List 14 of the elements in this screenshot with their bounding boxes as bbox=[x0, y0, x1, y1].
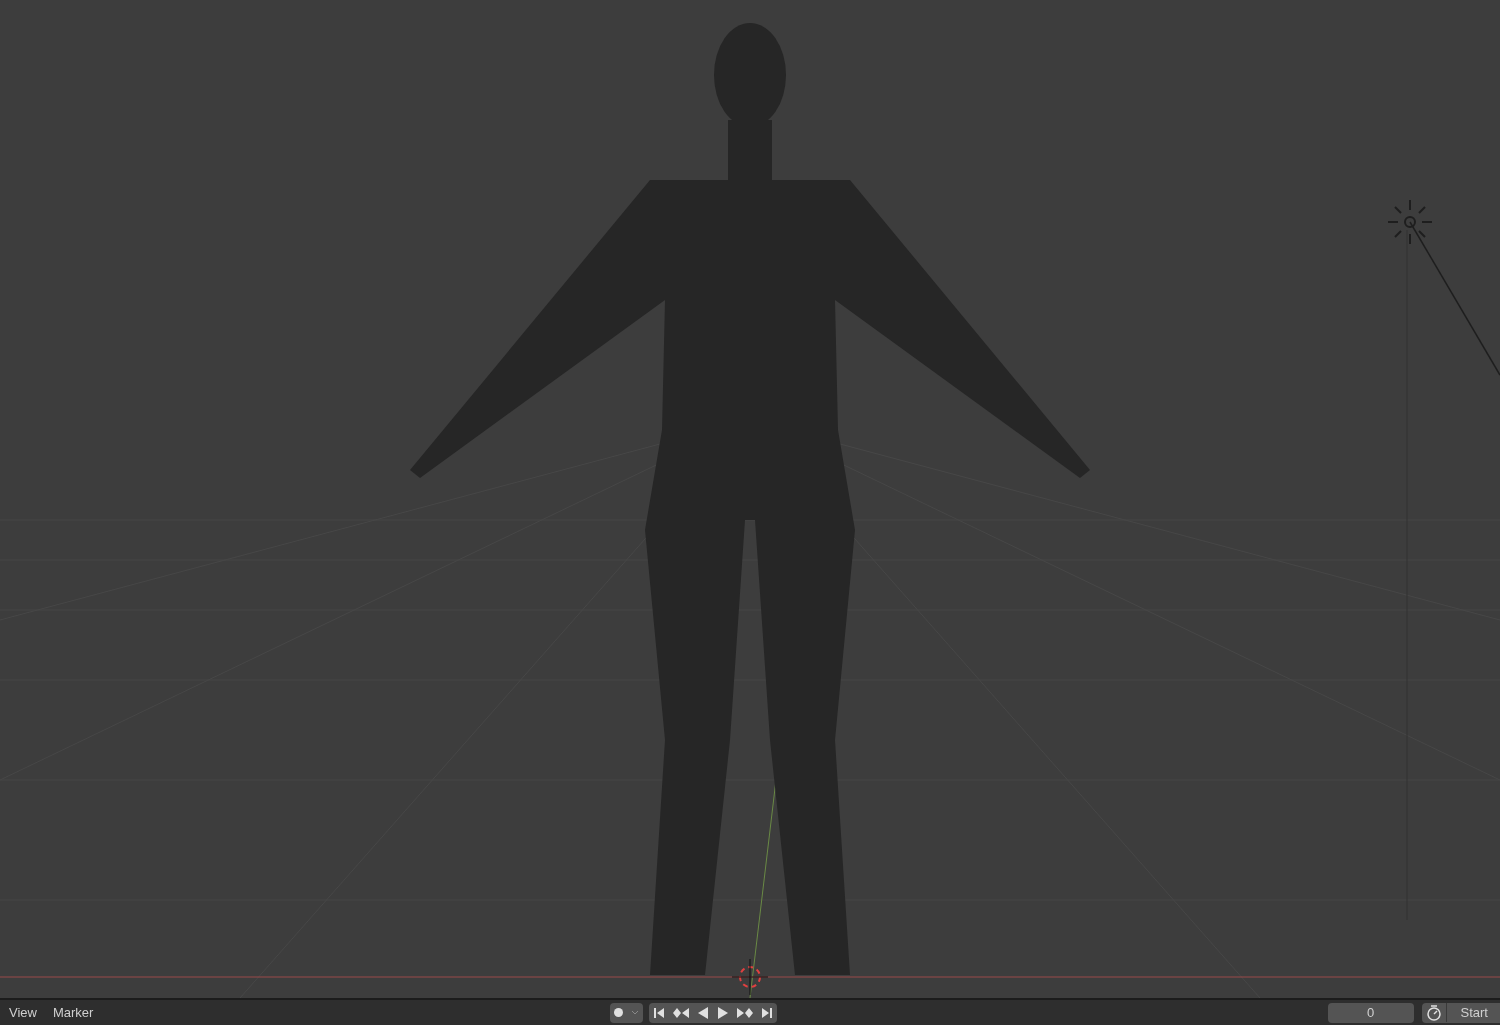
play-icon[interactable] bbox=[717, 1006, 729, 1019]
chevron-down-icon bbox=[631, 1009, 639, 1016]
stopwatch-icon[interactable] bbox=[1424, 1003, 1443, 1022]
menu-item[interactable]: Marker bbox=[52, 1002, 94, 1023]
record-button[interactable] bbox=[610, 1002, 643, 1023]
light-icon bbox=[1387, 199, 1433, 245]
jump-end-icon[interactable] bbox=[761, 1006, 773, 1019]
play-reverse-icon[interactable] bbox=[697, 1006, 709, 1019]
next-keyframe-icon[interactable] bbox=[737, 1006, 753, 1019]
menu-item[interactable]: View bbox=[9, 1002, 37, 1023]
3d-cursor-icon bbox=[731, 958, 769, 996]
jump-start-icon[interactable] bbox=[653, 1006, 665, 1019]
current-frame-field[interactable]: 0 bbox=[1327, 1002, 1414, 1023]
prev-keyframe-icon[interactable] bbox=[673, 1006, 689, 1019]
